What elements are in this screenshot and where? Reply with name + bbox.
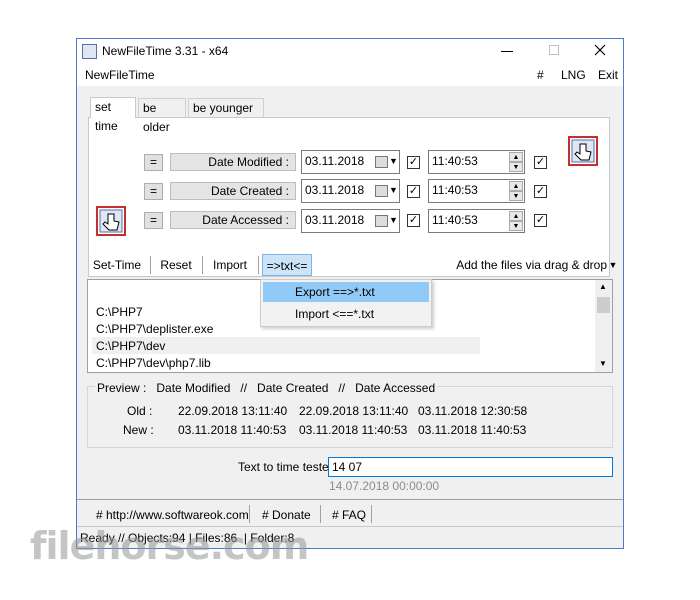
label-date-accessed: Date Accessed : <box>170 211 296 229</box>
menu-language[interactable]: LNG <box>561 68 586 82</box>
chevron-down-icon[interactable]: ▼ <box>389 151 398 171</box>
link-softwareok[interactable]: # http://www.softwareok.com <box>96 508 249 522</box>
checkbox-date-modified[interactable]: ✓ <box>407 156 420 169</box>
chevron-down-icon[interactable]: ▼ <box>389 210 398 230</box>
scroll-up-icon[interactable]: ▲ <box>599 282 607 291</box>
calendar-icon[interactable] <box>375 185 388 197</box>
menu-item-export-label: Export ==>*.txt <box>295 285 375 299</box>
window-title: NewFileTime 3.31 - x64 <box>102 44 229 58</box>
date-created-field[interactable]: 03.11.2018 ▼ <box>301 179 400 203</box>
calendar-hand-icon[interactable] <box>568 136 598 166</box>
menu-item-import[interactable]: Import <==*.txt <box>263 304 429 324</box>
link-faq[interactable]: # FAQ <box>332 508 366 522</box>
time-created-field[interactable]: 11:40:53 ▲ ▼ <box>428 179 525 203</box>
toolbar-separator <box>202 256 203 274</box>
tab-strip: set time be older be younger <box>90 97 390 134</box>
tester-input-value: 14 07 <box>332 460 363 474</box>
filehorse-watermark: filehorse.com <box>30 524 309 568</box>
date-modified-value: 03.11.2018 <box>305 154 365 168</box>
label-date-created: Date Created : <box>170 182 296 200</box>
time-modified-field[interactable]: 11:40:53 ▲ ▼ <box>428 150 525 174</box>
link-separator <box>320 505 321 523</box>
title-bar: NewFileTime 3.31 - x64 <box>77 39 623 64</box>
checkbox-time-created[interactable]: ✓ <box>534 185 547 198</box>
checkbox-date-created[interactable]: ✓ <box>407 185 420 198</box>
spin-down-icon[interactable]: ▼ <box>509 221 523 231</box>
link-donate[interactable]: # Donate <box>262 508 311 522</box>
action-toolbar: Set-Time Reset Import =>txt<= Add the fi… <box>87 254 617 278</box>
date-accessed-value: 03.11.2018 <box>305 213 365 227</box>
preview-new-modified: 03.11.2018 11:40:53 <box>178 423 287 437</box>
menu-bar: NewFileTime # LNG Exit <box>77 64 623 86</box>
maximize-icon[interactable] <box>549 45 559 55</box>
menu-hash[interactable]: # <box>537 68 544 82</box>
preview-new-label: New : <box>123 423 154 437</box>
list-item[interactable]: C:\PHP7\dev\php7.lib <box>96 356 211 370</box>
preview-old-created: 22.09.2018 13:11:40 <box>299 404 409 418</box>
checkbox-date-accessed[interactable]: ✓ <box>407 214 420 227</box>
preview-old-modified: 22.09.2018 13:11:40 <box>178 404 288 418</box>
links-bar: # http://www.softwareok.com # Donate # F… <box>77 500 623 526</box>
equals-button-accessed[interactable]: = <box>144 212 163 229</box>
spin-up-icon[interactable]: ▲ <box>509 211 523 221</box>
list-item[interactable]: C:\PHP7\deplister.exe <box>96 322 213 336</box>
tab-be-older[interactable]: be older <box>138 98 186 134</box>
tester-input[interactable]: 14 07 <box>328 457 613 477</box>
tester-result: 14.07.2018 00:00:00 <box>329 479 440 493</box>
time-created-value: 11:40:53 <box>432 183 478 197</box>
txt-menu-button[interactable]: =>txt<= <box>262 254 312 276</box>
tab-set-time[interactable]: set time <box>90 97 136 133</box>
preview-header: Preview : Date Modified // Date Created … <box>95 381 438 395</box>
checkbox-time-accessed[interactable]: ✓ <box>534 214 547 227</box>
list-item-label: C:\PHP7\dev <box>96 339 166 353</box>
chevron-down-icon[interactable]: ▼ <box>608 254 618 276</box>
reset-button[interactable]: Reset <box>154 254 198 276</box>
equals-button-modified[interactable]: = <box>144 154 163 171</box>
time-modified-value: 11:40:53 <box>432 154 478 168</box>
spin-down-icon[interactable]: ▼ <box>509 191 523 201</box>
tester-label: Text to time tester <box>238 460 333 474</box>
date-modified-field[interactable]: 03.11.2018 ▼ <box>301 150 400 174</box>
list-item[interactable]: C:\PHP7 <box>96 305 143 319</box>
scroll-down-icon[interactable]: ▼ <box>599 359 607 368</box>
equals-button-created[interactable]: = <box>144 183 163 200</box>
vertical-scrollbar[interactable]: ▲ ▼ <box>595 280 612 372</box>
chevron-down-icon[interactable]: ▼ <box>389 180 398 200</box>
preview-new-created: 03.11.2018 11:40:53 <box>299 423 408 437</box>
menu-item-import-label: Import <==*.txt <box>295 307 375 321</box>
checkbox-time-modified[interactable]: ✓ <box>534 156 547 169</box>
preview-old-accessed: 03.11.2018 12:30:58 <box>418 404 528 418</box>
preview-new-accessed: 03.11.2018 11:40:53 <box>418 423 527 437</box>
calendar-icon[interactable] <box>375 215 388 227</box>
calendar-icon[interactable] <box>375 156 388 168</box>
date-accessed-field[interactable]: 03.11.2018 ▼ <box>301 209 400 233</box>
calendar-hand-icon-left[interactable] <box>96 206 126 236</box>
time-accessed-value: 11:40:53 <box>432 213 478 227</box>
drag-drop-hint: Add the files via drag & drop <box>456 258 607 272</box>
date-created-value: 03.11.2018 <box>305 183 365 197</box>
spin-down-icon[interactable]: ▼ <box>509 162 523 172</box>
app-window: NewFileTime 3.31 - x64 NewFileTime # LNG… <box>76 38 624 549</box>
time-accessed-field[interactable]: 11:40:53 ▲ ▼ <box>428 209 525 233</box>
minimize-icon[interactable] <box>501 51 513 52</box>
label-date-modified: Date Modified : <box>170 153 296 171</box>
close-icon[interactable] <box>594 44 606 56</box>
toolbar-separator <box>150 256 151 274</box>
app-icon <box>82 44 97 59</box>
txt-dropdown-menu: Export ==>*.txt Import <==*.txt <box>260 279 432 327</box>
set-time-button[interactable]: Set-Time <box>87 254 147 276</box>
preview-old-label: Old : <box>127 404 153 418</box>
spin-up-icon[interactable]: ▲ <box>509 152 523 162</box>
tab-be-younger[interactable]: be younger <box>188 98 264 117</box>
toolbar-separator <box>258 256 259 274</box>
list-item-selected[interactable]: C:\PHP7\dev <box>92 337 480 354</box>
menu-item-export[interactable]: Export ==>*.txt <box>263 282 429 302</box>
menu-exit[interactable]: Exit <box>598 68 618 82</box>
link-separator <box>249 505 250 523</box>
spin-up-icon[interactable]: ▲ <box>509 181 523 191</box>
menu-newfiletime[interactable]: NewFileTime <box>85 68 155 82</box>
import-button[interactable]: Import <box>206 254 254 276</box>
scroll-thumb[interactable] <box>597 297 610 313</box>
link-separator <box>371 505 372 523</box>
